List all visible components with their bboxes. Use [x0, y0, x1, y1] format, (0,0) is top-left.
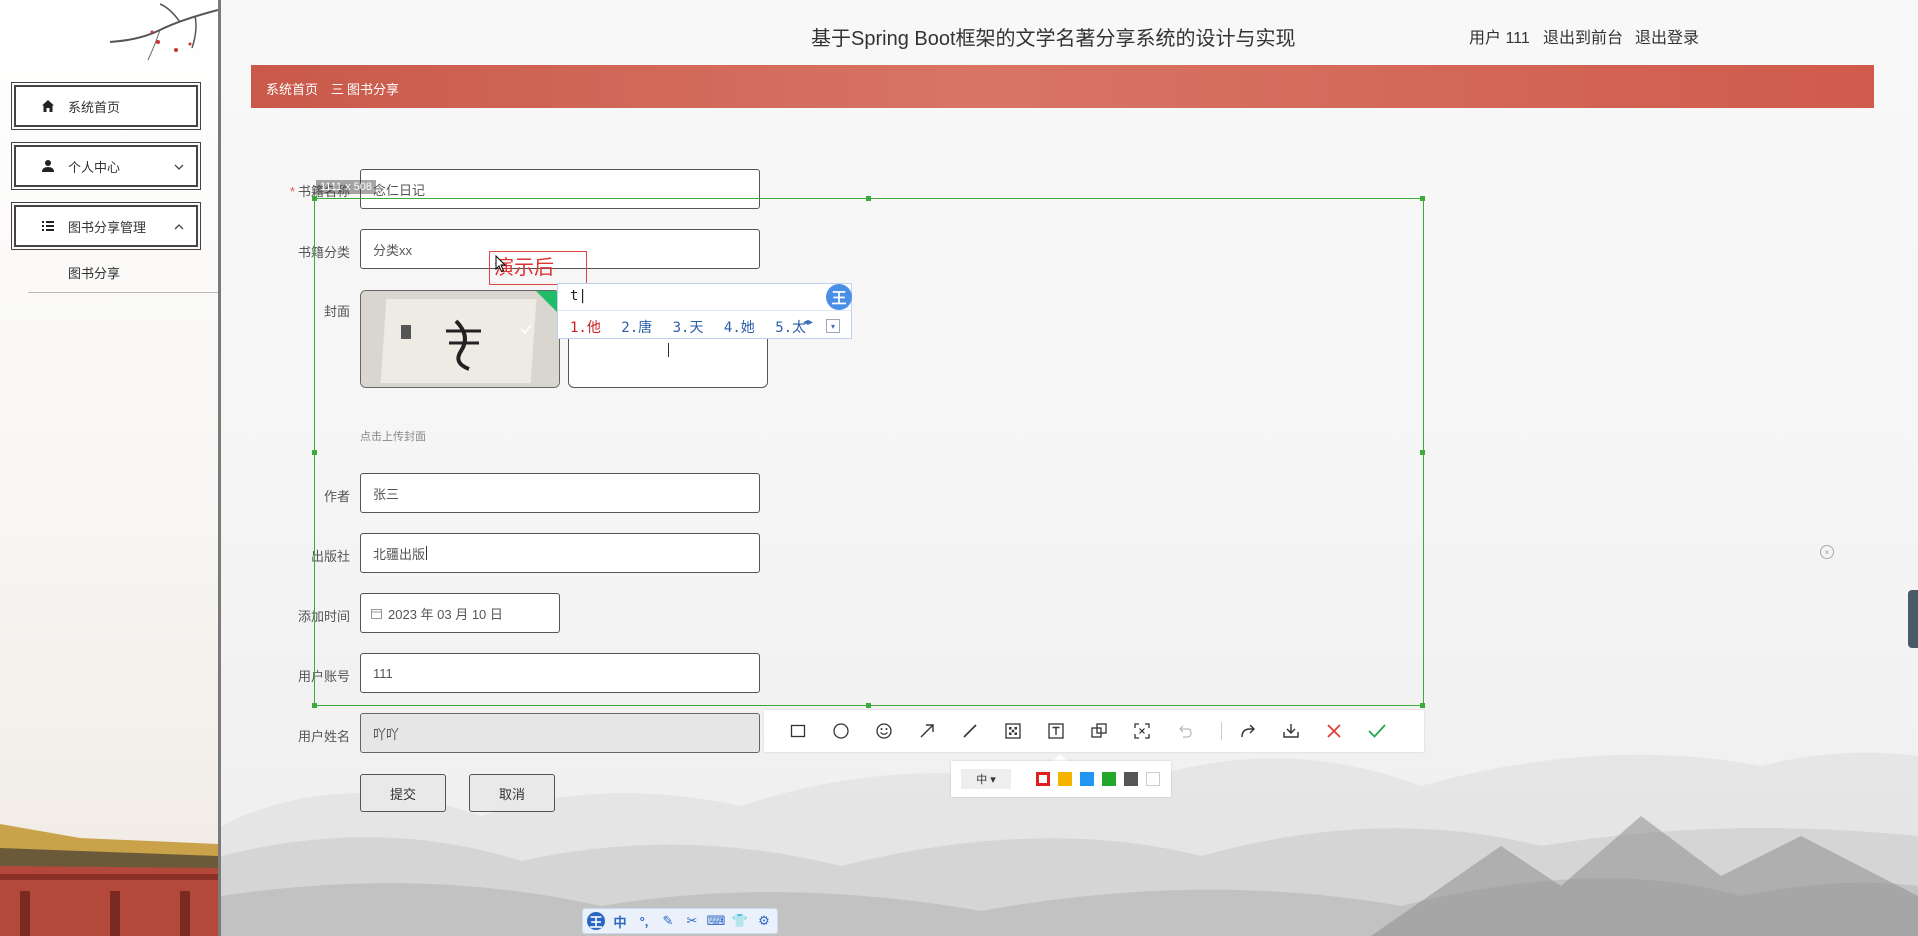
breadcrumb: 系统首页 三 图书分享 [251, 65, 1874, 108]
toolbar-divider [1221, 722, 1222, 740]
pin-tool-icon[interactable] [1089, 721, 1109, 741]
ime-keyboard-icon[interactable]: ⌨ [707, 912, 726, 930]
sidebar-item-label: 个人中心 [68, 159, 121, 175]
arrow-tool-icon[interactable] [917, 721, 937, 741]
ime-handwriting-icon[interactable]: ✎ [659, 912, 677, 930]
line-tool-icon[interactable] [960, 721, 980, 741]
resize-handle[interactable] [312, 196, 317, 201]
ime-expand-icon[interactable]: ▾ [826, 319, 840, 333]
ime-candidate[interactable]: 1.他 [570, 320, 601, 336]
breadcrumb-current: 图书分享 [347, 82, 400, 97]
text-tool-icon[interactable] [1046, 721, 1066, 741]
ime-scissors-icon[interactable]: ✂ [683, 912, 701, 930]
submit-button[interactable]: 提交 [360, 774, 446, 812]
color-swatch-white[interactable] [1146, 772, 1160, 786]
ime-chinese-mode-icon[interactable]: 中 [611, 912, 629, 930]
resize-handle[interactable] [312, 703, 317, 708]
ime-punctuation-icon[interactable]: °, [635, 912, 653, 930]
color-swatch-red[interactable] [1036, 772, 1050, 786]
sidebar-item-home[interactable]: 系统首页 [11, 82, 201, 130]
ocr-tool-icon[interactable] [1132, 721, 1152, 741]
ime-logo-icon: 王 [826, 284, 852, 310]
sidebar-item-personal-center[interactable]: 个人中心 [11, 142, 201, 190]
sidebar-item-book-share-management[interactable]: 图书分享管理 [11, 202, 201, 250]
ime-status-bar: 王 中 °, ✎ ✂ ⌨ 👕 ⚙ [582, 908, 778, 934]
ime-candidate[interactable]: 3.天 [673, 320, 704, 336]
resize-handle[interactable] [866, 196, 871, 201]
confirm-tool-icon[interactable] [1367, 721, 1387, 741]
plum-branch-decoration [109, 3, 218, 61]
logout-link[interactable]: 退出登录 [1635, 24, 1699, 48]
resize-handle[interactable] [1420, 450, 1425, 455]
ime-skin-icon[interactable]: 👕 [731, 912, 749, 930]
font-size-select[interactable]: 中 ▾ [961, 769, 1011, 789]
rectangle-tool-icon[interactable] [788, 721, 808, 741]
color-swatch-yellow[interactable] [1058, 772, 1072, 786]
app-title: 基于Spring Boot框架的文学名著分享系统的设计与实现 [811, 28, 1296, 50]
emoji-tool-icon[interactable] [874, 721, 894, 741]
sidebar: 系统首页 个人中心 图书分享管理 图书分享 [0, 0, 221, 936]
resize-handle[interactable] [1420, 703, 1425, 708]
chevron-down-icon [174, 164, 184, 170]
selection-size-readout: 1111 x 508 [316, 180, 376, 194]
sidebar-subitem-book-share[interactable]: 图书分享 [68, 263, 120, 282]
username-label: 用户姓名 [297, 729, 350, 744]
color-palette: 中 ▾ [951, 761, 1171, 797]
mouse-cursor-icon [495, 255, 507, 273]
cancel-button[interactable]: 取消 [469, 774, 555, 812]
screenshot-selection-box[interactable] [314, 198, 1424, 706]
resize-handle[interactable] [866, 703, 871, 708]
share-tool-icon[interactable] [1238, 721, 1258, 741]
close-circle-icon[interactable]: × [1820, 545, 1834, 559]
color-swatch-gray[interactable] [1124, 772, 1138, 786]
username-field: 吖吖 [360, 713, 760, 753]
color-swatch-blue[interactable] [1080, 772, 1094, 786]
ime-candidate[interactable]: 4.她 [724, 320, 755, 336]
palace-illustration [0, 824, 218, 936]
ime-candidate[interactable]: 2.唐 [621, 320, 652, 336]
top-header: 基于Spring Boot框架的文学名著分享系统的设计与实现 用户 111 退出… [221, 0, 1918, 64]
breadcrumb-separator: 三 [331, 82, 345, 97]
cancel-tool-icon[interactable] [1324, 721, 1344, 741]
ime-settings-icon[interactable]: ⚙ [755, 912, 773, 930]
breadcrumb-home[interactable]: 系统首页 [266, 79, 318, 98]
home-icon [40, 98, 56, 114]
sidebar-item-label: 图书分享管理 [68, 219, 147, 235]
user-icon [40, 158, 56, 174]
color-swatch-green[interactable] [1102, 772, 1116, 786]
screenshot-toolbar [764, 710, 1424, 752]
ime-logo-icon[interactable]: 王 [587, 912, 605, 930]
ime-page-arrows-icon[interactable]: ◂▸ [803, 317, 813, 328]
resize-handle[interactable] [1420, 196, 1425, 201]
mosaic-tool-icon[interactable] [1003, 721, 1023, 741]
current-user-label: 用户 111 [1469, 30, 1530, 47]
resize-handle[interactable] [312, 450, 317, 455]
side-floating-tab[interactable] [1908, 590, 1918, 648]
sidebar-item-label: 系统首页 [68, 99, 121, 115]
chevron-up-icon [174, 224, 184, 230]
ime-composition-text: t| [570, 288, 587, 304]
exit-to-front-link[interactable]: 退出到前台 [1543, 24, 1623, 48]
ime-candidate[interactable]: 5.太 [775, 320, 806, 336]
ime-candidate-window: t| 1.他 2.唐 3.天 4.她 5.太 [557, 283, 852, 339]
list-icon [40, 218, 56, 234]
undo-tool-icon[interactable] [1175, 721, 1195, 741]
download-tool-icon[interactable] [1281, 721, 1301, 741]
divider [28, 292, 218, 293]
ellipse-tool-icon[interactable] [831, 721, 851, 741]
ime-candidate-list: 1.他 2.唐 3.天 4.她 5.太 [570, 317, 818, 337]
